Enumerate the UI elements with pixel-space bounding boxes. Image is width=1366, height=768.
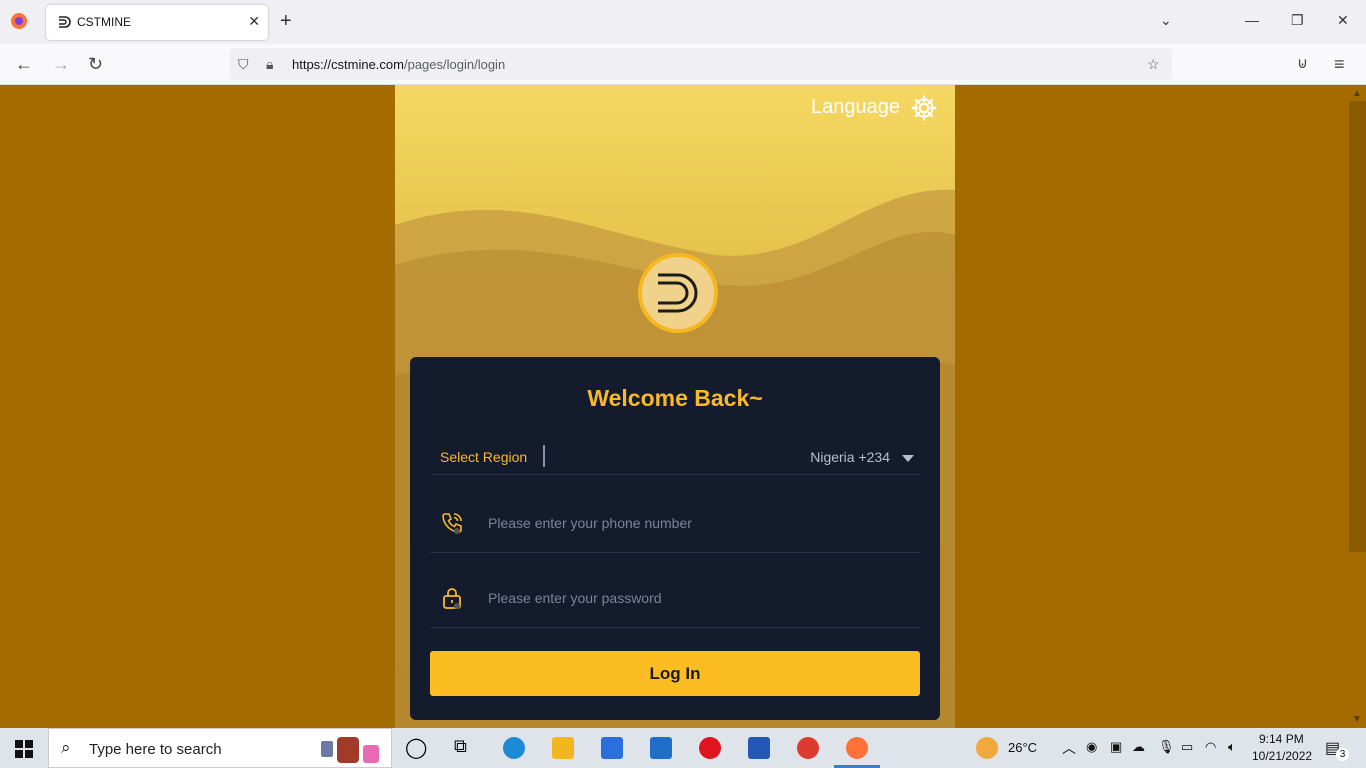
page-viewport: Language Welcome Back~ Select Region Nig… [0, 85, 1349, 728]
firefox-taskbar-icon[interactable] [846, 737, 868, 759]
phone-icon [442, 513, 462, 534]
task-view-icon[interactable]: ⧉ [454, 736, 476, 758]
tab-bar: CSTMINE ✕ + ⌄ — ❐ ✕ [0, 0, 1366, 44]
language-label[interactable]: Language [811, 96, 900, 119]
settings-gear-icon[interactable] [911, 95, 937, 121]
record-icon[interactable]: ◉ [1086, 739, 1097, 755]
meet-icon[interactable]: ▣ [1110, 739, 1122, 755]
store-icon[interactable] [601, 737, 623, 759]
region-divider [543, 445, 545, 467]
pocket-icon[interactable]: ⊍ [1297, 54, 1308, 72]
forward-icon[interactable]: → [52, 54, 70, 75]
close-window-icon[interactable]: ✕ [1337, 12, 1349, 29]
tab-title: CSTMINE [77, 15, 131, 29]
weather-icon[interactable] [976, 737, 998, 759]
search-highlight-image [321, 737, 379, 763]
volume-muted-icon[interactable]: 🔈︎ [1228, 739, 1236, 755]
menu-icon[interactable]: ≡ [1334, 54, 1345, 75]
cstmine-favicon-icon [59, 16, 71, 28]
back-icon[interactable]: ← [15, 54, 33, 75]
microphone-icon[interactable]: 🎙︎ [1158, 739, 1175, 755]
reload-icon[interactable]: ↻ [88, 54, 103, 75]
clock-date[interactable]: 10/21/2022 [1252, 749, 1312, 763]
welcome-heading: Welcome Back~ [587, 385, 763, 411]
login-card: Welcome Back~ Select Region Nigeria +234 [410, 357, 940, 720]
region-label: Select Region [440, 449, 528, 465]
new-tab-icon[interactable]: + [280, 10, 292, 33]
notification-badge: 3 [1336, 748, 1349, 761]
login-button[interactable]: Log In [430, 651, 920, 696]
browser-tab[interactable]: CSTMINE ✕ [46, 5, 268, 40]
nav-bar: ← → ↻ ⛉ 🔒︎ https://cstmine.com/pages/log… [0, 44, 1366, 85]
scroll-down-icon[interactable]: ▼ [1352, 714, 1362, 725]
scroll-up-icon[interactable]: ▲ [1352, 88, 1362, 99]
region-selector[interactable]: Select Region Nigeria +234 [430, 435, 920, 475]
word-icon[interactable] [748, 737, 770, 759]
opera-icon[interactable] [699, 737, 721, 759]
bookmark-star-icon[interactable]: ☆ [1147, 56, 1160, 73]
password-input[interactable] [488, 586, 908, 610]
battery-icon[interactable]: ▭ [1181, 739, 1193, 755]
wifi-icon[interactable]: ◠ [1205, 739, 1216, 755]
onedrive-icon[interactable]: ☁ [1132, 739, 1145, 755]
lock-icon[interactable]: 🔒︎ [266, 56, 273, 73]
phone-field [430, 493, 920, 553]
scrollbar-thumb[interactable] [1349, 101, 1366, 552]
restore-icon[interactable]: ❐ [1291, 12, 1304, 29]
cstmine-logo [638, 253, 718, 333]
caret-down-icon[interactable] [902, 455, 914, 462]
search-icon: ⌕ [61, 738, 71, 757]
windows-taskbar: ⌕ Type here to search ◯ ⧉ 26°C ︿ ◉ ▣ ☁ 🎙… [0, 728, 1366, 768]
file-explorer-icon[interactable] [552, 737, 574, 759]
weather-temp[interactable]: 26°C [1008, 740, 1037, 755]
password-field [430, 568, 920, 628]
tab-close-icon[interactable]: ✕ [248, 13, 260, 30]
lock-icon [443, 588, 461, 609]
windows-start-icon[interactable] [15, 740, 33, 758]
chrome-icon[interactable] [797, 737, 819, 759]
url-text[interactable]: https://cstmine.com/pages/login/login [292, 57, 505, 72]
search-placeholder: Type here to search [89, 741, 222, 758]
mail-icon[interactable] [650, 737, 672, 759]
taskbar-search[interactable]: ⌕ Type here to search [48, 728, 392, 768]
url-bar[interactable]: ⛉ 🔒︎ https://cstmine.com/pages/login/log… [230, 48, 1172, 80]
edge-icon[interactable] [503, 737, 525, 759]
clock-time[interactable]: 9:14 PM [1259, 732, 1304, 746]
phone-input[interactable] [488, 511, 908, 535]
firefox-icon[interactable] [10, 12, 28, 30]
shield-icon[interactable]: ⛉ [238, 56, 249, 73]
region-value[interactable]: Nigeria +234 [810, 449, 890, 465]
tray-chevron-icon[interactable]: ︿ [1062, 738, 1076, 758]
minimize-icon[interactable]: — [1245, 12, 1259, 28]
list-tabs-icon[interactable]: ⌄ [1160, 12, 1172, 29]
cortana-icon[interactable]: ◯ [405, 735, 427, 759]
